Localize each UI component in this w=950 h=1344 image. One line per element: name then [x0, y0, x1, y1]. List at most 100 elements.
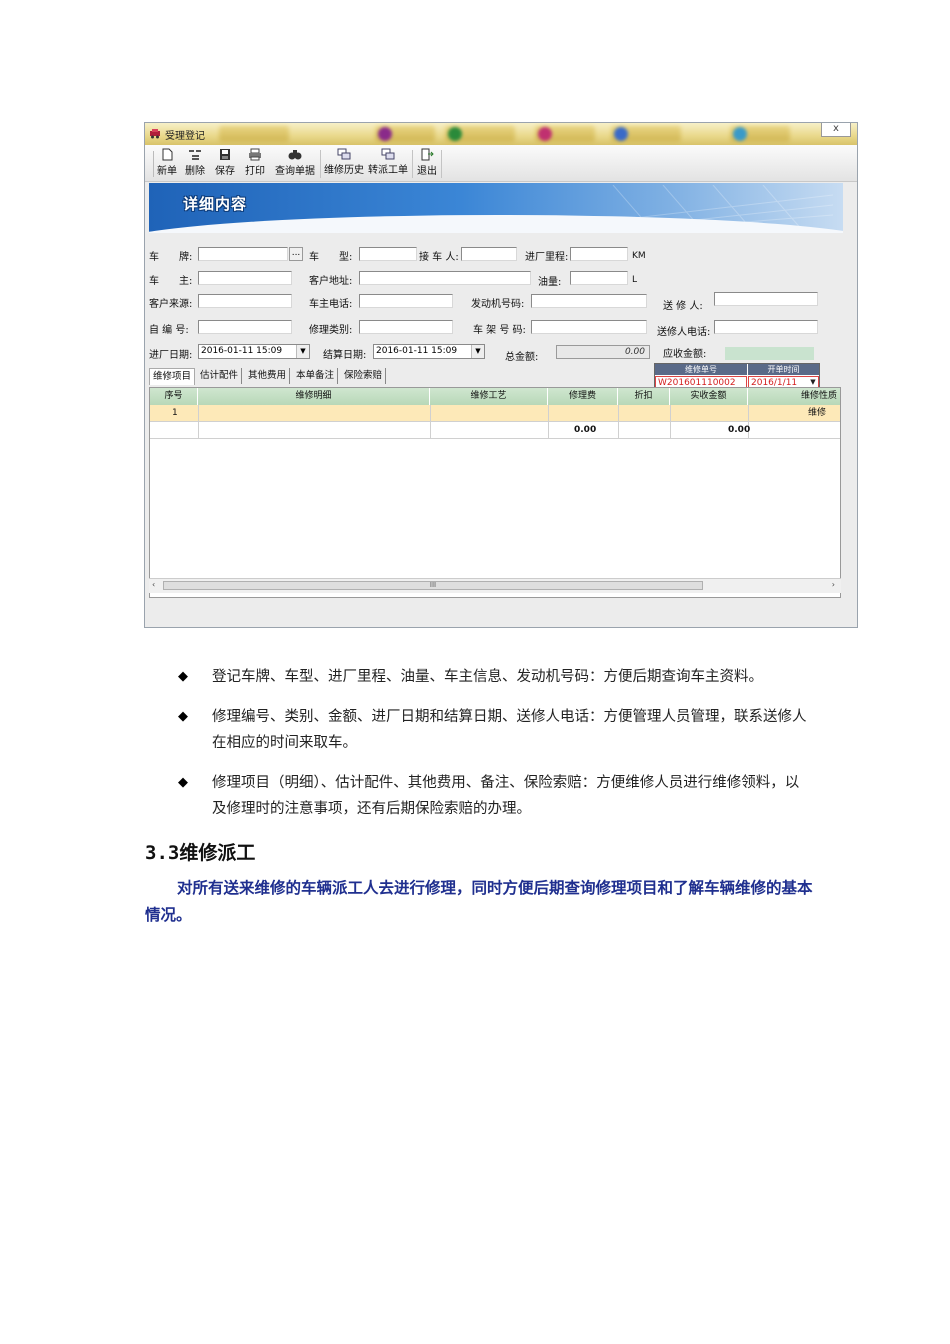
table-row[interactable]: 1 维修 [150, 405, 840, 421]
transfer-button[interactable]: 转派工单 [367, 148, 409, 178]
grid-line [548, 405, 549, 439]
scroll-right-arrow-icon[interactable]: › [832, 580, 835, 589]
total-value: 0.00 [556, 345, 650, 359]
new-button[interactable]: 新单 [155, 148, 179, 178]
blurred-icon [614, 127, 628, 141]
frame-input[interactable] [531, 320, 647, 334]
column-header-index[interactable]: 序号 [150, 388, 198, 405]
in-date-label: 进厂日期: [149, 350, 193, 361]
receiver-input[interactable] [461, 247, 517, 261]
dropdown-arrow-icon[interactable]: ▼ [471, 345, 484, 358]
section-paragraph: 对所有送来维修的车辆派工人去进行修理，同时方便后期查询修理项目和了解车辆维修的基… [145, 879, 813, 924]
order-info-box: 维修单号 开单时间 W201601110002 2016/1/11 ▼ [654, 363, 820, 390]
in-date-value: 2016-01-11 15:09 [201, 346, 283, 356]
car-type-label: 车 型: [309, 252, 353, 263]
engine-label: 发动机号码: [471, 299, 525, 310]
toolbar-divider [320, 150, 321, 178]
sender-phone-input[interactable] [714, 320, 818, 334]
repair-items-grid: 序号 维修明细 维修工艺 修理费 折扣 实收金额 维修性质 1 维修 0.00 … [149, 387, 841, 598]
repair-type-input[interactable] [359, 320, 453, 334]
scroll-left-arrow-icon[interactable]: ‹ [152, 580, 155, 589]
close-button[interactable]: x [821, 123, 851, 137]
grid-line [670, 405, 671, 439]
grid-line [198, 405, 199, 439]
receivable-label: 应收金额: [663, 349, 707, 360]
plate-lookup-button[interactable]: ... [289, 247, 303, 261]
column-header-actual-amount[interactable]: 实收金额 [670, 388, 748, 405]
receivable-field [725, 347, 814, 360]
self-no-label: 自 编 号: [149, 325, 189, 336]
oil-label: 油量: [538, 277, 562, 288]
print-button-label: 打印 [245, 166, 265, 177]
exit-button[interactable]: 退出 [415, 148, 439, 178]
column-header-detail[interactable]: 维修明细 [198, 388, 430, 405]
sender-input[interactable] [714, 292, 818, 306]
car-app-icon [150, 129, 160, 139]
column-header-repair-fee[interactable]: 修理费 [548, 388, 618, 405]
settle-date-label: 结算日期: [323, 350, 367, 361]
grid-line [840, 405, 841, 575]
engine-input[interactable] [531, 294, 647, 308]
blurred-tab [219, 126, 289, 142]
bullet-diamond-icon: ◆ [178, 775, 188, 790]
toolbar: 新单 删除 保存 打印 查询单据 维修历史 转派工单 退出 [145, 145, 857, 182]
grid-line [618, 405, 619, 439]
repair-type-label: 修理类别: [309, 325, 353, 336]
exit-button-label: 退出 [417, 166, 437, 177]
delete-button-label: 删除 [185, 166, 205, 177]
source-label: 客户来源: [149, 299, 193, 310]
detail-banner: 详细内容 [149, 183, 843, 233]
query-button[interactable]: 查询单据 [273, 148, 317, 178]
tab-repair-items[interactable]: 维修项目 [149, 368, 196, 385]
save-disk-icon [220, 149, 230, 160]
new-document-icon [162, 148, 173, 161]
column-header-nature[interactable]: 维修性质 [748, 388, 840, 405]
column-header-process[interactable]: 维修工艺 [430, 388, 548, 405]
car-type-input[interactable] [359, 247, 417, 261]
blurred-icon [448, 127, 462, 141]
owner-phone-input[interactable] [359, 294, 453, 308]
mileage-input[interactable] [570, 247, 628, 261]
exit-door-icon [421, 148, 434, 161]
title-bar: 受理登记 x [145, 123, 857, 145]
mileage-unit: KM [632, 251, 646, 261]
owner-label: 车 主: [149, 276, 193, 287]
tab-insurance-claim[interactable]: 保险索赔 [341, 368, 387, 384]
history-button-label: 维修历史 [324, 165, 364, 176]
address-input[interactable] [359, 271, 531, 285]
open-time-header: 开单时间 [748, 364, 819, 375]
oil-input[interactable] [570, 271, 628, 285]
new-button-label: 新单 [157, 166, 177, 177]
save-button[interactable]: 保存 [213, 148, 237, 178]
source-input[interactable] [198, 294, 292, 308]
order-no-header: 维修单号 [655, 364, 747, 375]
section-heading: 3.3维修派工 [145, 842, 256, 864]
print-button[interactable]: 打印 [243, 148, 267, 178]
address-label: 客户地址: [309, 276, 353, 287]
tab-order-notes[interactable]: 本单备注 [293, 368, 339, 384]
total-actual-amount: 0.00 [728, 425, 751, 435]
settle-date-picker[interactable]: 2016-01-11 15:09 ▼ [373, 344, 485, 359]
in-date-picker[interactable]: 2016-01-11 15:09 ▼ [198, 344, 310, 359]
toolbar-divider [412, 150, 413, 178]
horizontal-scrollbar[interactable]: ‹ III › [149, 578, 841, 593]
self-no-input[interactable] [198, 320, 292, 334]
printer-icon [249, 148, 261, 161]
scroll-thumb[interactable]: III [163, 581, 703, 590]
bullet-text: 修理项目（明细）、估计配件、其他费用、备注、保险索赔：方便维修人员进行维修领料，… [212, 775, 800, 817]
plate-input[interactable] [198, 247, 288, 261]
query-button-label: 查询单据 [275, 166, 315, 177]
plate-label: 车 牌: [149, 252, 193, 263]
history-button[interactable]: 维修历史 [323, 148, 365, 178]
oil-unit: L [632, 275, 638, 285]
owner-input[interactable] [198, 271, 292, 285]
dropdown-arrow-icon[interactable]: ▼ [296, 345, 309, 358]
column-header-discount[interactable]: 折扣 [618, 388, 670, 405]
tab-estimated-parts[interactable]: 估计配件 [197, 368, 243, 384]
binoculars-icon [288, 150, 302, 160]
row-nature: 维修 [807, 408, 826, 418]
grid-line [430, 405, 431, 439]
delete-button[interactable]: 删除 [183, 148, 207, 178]
total-label: 总金额: [505, 352, 539, 363]
tab-other-fees[interactable]: 其他费用 [245, 368, 291, 384]
